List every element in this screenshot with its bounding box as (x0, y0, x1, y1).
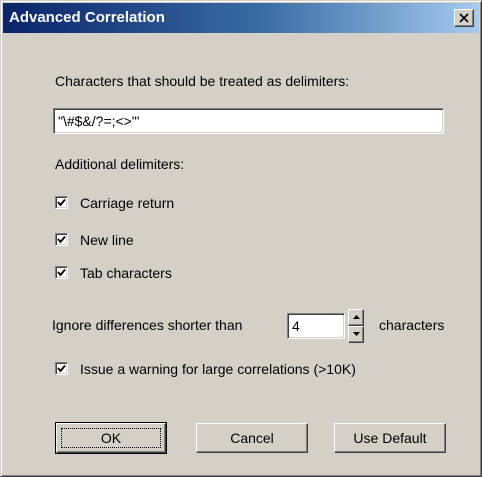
large-correlation-warning-label[interactable]: Issue a warning for large correlations (… (80, 361, 356, 377)
arrow-up-icon (353, 315, 360, 319)
characters-label: characters (379, 317, 445, 333)
checkmark-icon (57, 198, 66, 207)
checkmark-icon (57, 235, 66, 244)
delimiters-label: Characters that should be treated as del… (55, 73, 350, 89)
spin-up-button[interactable] (348, 309, 364, 326)
use-default-button-label: Use Default (353, 430, 427, 446)
close-icon (459, 13, 469, 23)
ok-button-label: OK (100, 430, 122, 446)
cancel-button-label: Cancel (230, 430, 274, 446)
ignore-differences-label: Ignore differences shorter than (52, 317, 243, 333)
spin-down-button[interactable] (348, 326, 364, 343)
cancel-button[interactable]: Cancel (196, 423, 308, 453)
additional-delimiters-label: Additional delimiters: (55, 156, 185, 172)
dialog-title: Advanced Correlation (9, 9, 165, 26)
close-button[interactable] (454, 9, 474, 27)
ignore-length-input[interactable] (287, 313, 345, 339)
arrow-down-icon (353, 332, 360, 336)
checkmark-icon (57, 268, 66, 277)
advanced-correlation-dialog: Advanced Correlation Characters that sho… (0, 0, 482, 477)
ok-button[interactable]: OK (55, 422, 167, 454)
title-bar[interactable]: Advanced Correlation (3, 3, 479, 33)
new-line-label[interactable]: New line (80, 232, 134, 248)
large-correlation-warning-checkbox[interactable] (55, 362, 68, 375)
new-line-checkbox[interactable] (55, 233, 68, 246)
tab-characters-label[interactable]: Tab characters (80, 265, 172, 281)
tab-characters-checkbox[interactable] (55, 266, 68, 279)
checkmark-icon (57, 364, 66, 373)
carriage-return-label[interactable]: Carriage return (80, 195, 174, 211)
use-default-button[interactable]: Use Default (334, 423, 446, 453)
ignore-length-spinner (348, 309, 364, 343)
delimiters-input[interactable] (53, 108, 444, 134)
carriage-return-checkbox[interactable] (55, 196, 68, 209)
